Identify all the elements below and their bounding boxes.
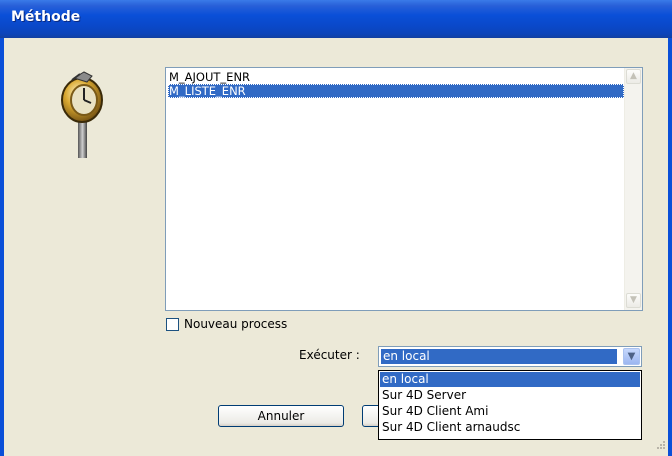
- window-frame-left: [0, 38, 4, 456]
- execute-label: Exécuter :: [299, 348, 360, 362]
- execute-selected-value[interactable]: en local: [381, 349, 617, 364]
- dropdown-option[interactable]: Sur 4D Server: [380, 388, 640, 403]
- dropdown-option[interactable]: en local: [380, 372, 640, 387]
- title-bar[interactable]: Méthode: [0, 0, 672, 38]
- scroll-up-arrow-icon[interactable]: ▲: [626, 69, 641, 84]
- new-process-label[interactable]: Nouveau process: [184, 317, 287, 331]
- window-frame-right: [668, 38, 672, 456]
- list-item[interactable]: M_AJOUT_ENR: [168, 70, 624, 84]
- dropdown-option[interactable]: Sur 4D Client Ami: [380, 404, 640, 419]
- window-title: Méthode: [11, 9, 81, 25]
- methods-listbox[interactable]: M_AJOUT_ENR M_LISTE_ENR ▲ ▼: [165, 67, 643, 311]
- execute-dropdown-list[interactable]: en local Sur 4D Server Sur 4D Client Ami…: [378, 370, 642, 440]
- scroll-down-arrow-icon[interactable]: ▼: [626, 293, 641, 308]
- listbox-scrollbar[interactable]: ▲ ▼: [624, 68, 642, 310]
- list-item-selected[interactable]: M_LISTE_ENR: [168, 84, 624, 98]
- clock-method-icon: [54, 70, 114, 160]
- dropdown-option[interactable]: Sur 4D Client arnaudsc: [380, 420, 640, 435]
- resize-grip-icon[interactable]: [654, 438, 666, 450]
- chevron-down-icon[interactable]: ▼: [623, 348, 640, 365]
- execute-combobox[interactable]: en local ▼: [378, 346, 642, 367]
- new-process-checkbox[interactable]: [166, 318, 179, 331]
- cancel-button[interactable]: Annuler: [218, 405, 344, 427]
